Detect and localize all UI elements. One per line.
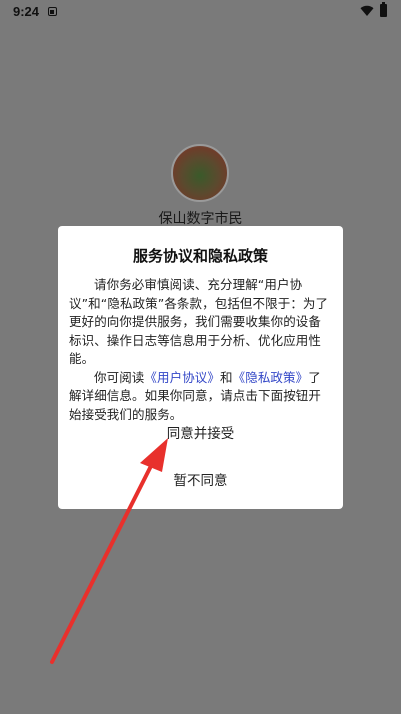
notification-icon [48, 7, 57, 16]
dialog-body: 请你务必审慎阅读、充分理解“用户协议”和“隐私政策”各条款，包括但不限于：为了更… [69, 276, 333, 424]
wifi-icon [360, 5, 374, 17]
status-bar: 9:24 [0, 0, 401, 24]
status-time: 9:24 [13, 4, 40, 19]
app-logo [171, 144, 229, 202]
para2-and: 和 [220, 369, 233, 385]
dialog-paragraph-1: 请你务必审慎阅读、充分理解“用户协议”和“隐私政策”各条款，包括但不限于：为了更… [69, 277, 329, 366]
privacy-dialog: 服务协议和隐私政策 请你务必审慎阅读、充分理解“用户协议”和“隐私政策”各条款，… [58, 226, 343, 509]
dialog-title: 服务协议和隐私政策 [132, 247, 268, 265]
user-agreement-link[interactable]: 《用户协议》 [144, 370, 220, 385]
battery-icon [380, 2, 387, 17]
app-name: 保山数字市民 [158, 211, 243, 227]
dialog-paragraph-2: 你可阅读《用户协议》和《隐私政策》了解详细信息。如果你同意，请点击下面按钮开始接… [69, 369, 333, 425]
privacy-policy-link[interactable]: 《隐私政策》 [233, 370, 309, 385]
decline-button[interactable]: 暂不同意 [58, 469, 343, 489]
accept-button[interactable]: 同意并接受 [58, 422, 343, 442]
para2-prefix: 你可阅读 [94, 369, 145, 385]
